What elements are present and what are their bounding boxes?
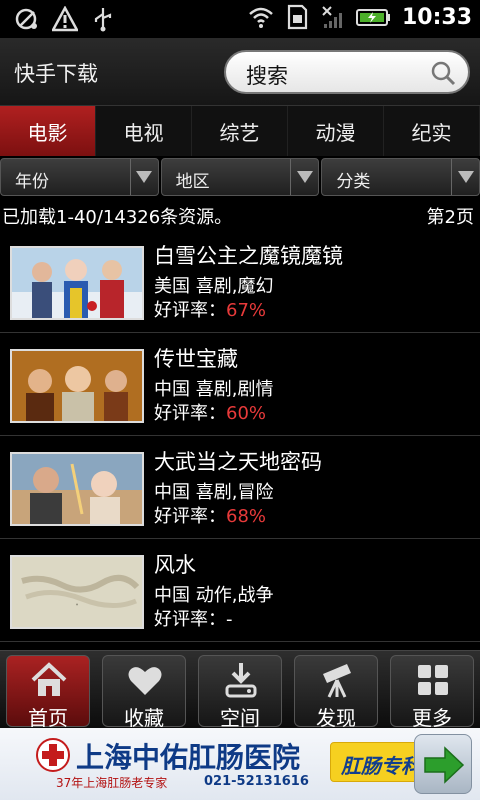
tab-tv[interactable]: 电视 — [96, 106, 192, 156]
chevron-down-icon[interactable] — [290, 159, 318, 195]
sim-card-icon — [287, 4, 308, 30]
item-rating: 好评率：60% — [154, 399, 266, 425]
ad-phone: 021-52131616 — [204, 774, 309, 789]
battery-icon — [355, 9, 390, 26]
tab-movie[interactable]: 电影 — [0, 106, 96, 156]
chevron-down-icon[interactable] — [129, 159, 158, 195]
search-label: 搜索 — [246, 64, 288, 88]
item-meta: 美国 喜剧,魔幻 — [154, 276, 274, 297]
grid-icon — [418, 665, 448, 695]
poster-thumbnail: • — [10, 555, 144, 629]
telescope-icon — [323, 664, 351, 698]
nav-home[interactable]: 首页 — [6, 655, 90, 730]
item-rating: 好评率：- — [154, 605, 233, 631]
tab-documentary[interactable]: 纪实 — [384, 106, 480, 156]
poster-thumbnail — [10, 452, 144, 526]
ad-banner[interactable]: 上海中佑肛肠医院 37年上海肛肠老专家 021-52131616 肛肠专科 — [0, 728, 480, 800]
filter-category-dropdown[interactable]: 分类 — [321, 158, 480, 196]
filter-region-label: 地区 — [175, 172, 210, 192]
usb-debug-icon — [15, 8, 37, 30]
category-tabs: 电影 电视 综艺 动漫 纪实 — [0, 106, 480, 156]
no-signal-icon — [322, 6, 342, 28]
ad-title: 上海中佑肛肠医院 — [76, 741, 301, 774]
rating-label: 好评率： — [154, 300, 226, 321]
poster-thumbnail — [10, 349, 144, 423]
list-item[interactable]: • 风水 中国 动作,战争 好评率：- — [0, 539, 480, 642]
rating-value: - — [226, 609, 233, 630]
status-left-icons — [14, 6, 116, 32]
item-rating: 好评率：67% — [154, 296, 266, 322]
rating-label: 好评率： — [154, 609, 226, 630]
tab-anime[interactable]: 动漫 — [288, 106, 384, 156]
filter-year-dropdown[interactable]: 年份 — [0, 158, 159, 196]
app-header: 快手下载 搜索 — [0, 38, 480, 106]
nav-space[interactable]: 空间 — [198, 655, 282, 730]
status-time: 10:33 — [401, 4, 472, 30]
nav-label: 首页 — [28, 706, 68, 730]
app-title: 快手下载 — [14, 62, 98, 86]
filter-bar: 年份 地区 分类 — [0, 158, 480, 196]
rating-value: 68% — [226, 506, 267, 527]
list-item[interactable]: 大武当之天地密码 中国 喜剧,冒险 好评率：68% — [0, 436, 480, 539]
rating-value: 67% — [226, 300, 267, 321]
list-item[interactable]: 传世宝藏 中国 喜剧,剧情 好评率：60% — [0, 333, 480, 436]
result-info: 已加载1-40/14326条资源。 第2页 — [0, 200, 480, 228]
filter-year-label: 年份 — [15, 172, 49, 192]
heart-icon — [128, 667, 162, 695]
warning-icon — [52, 6, 78, 32]
arrow-right-icon — [424, 746, 465, 784]
nav-label: 空间 — [220, 706, 260, 730]
search-icon[interactable] — [430, 60, 456, 86]
page-number: 第2页 — [426, 207, 474, 228]
item-title: 传世宝藏 — [154, 347, 238, 371]
item-meta: 中国 喜剧,剧情 — [154, 379, 274, 400]
item-meta: 中国 动作,战争 — [154, 585, 274, 606]
movie-list: 白雪公主之魔镜魔镜 美国 喜剧,魔幻 好评率：67% 传世宝藏 中国 喜剧,剧情… — [0, 230, 480, 642]
medical-cross-icon — [36, 738, 70, 772]
item-title: 风水 — [154, 553, 196, 577]
filter-category-label: 分类 — [336, 172, 371, 192]
tab-variety[interactable]: 综艺 — [192, 106, 288, 156]
rating-value: 60% — [226, 403, 267, 424]
home-icon — [31, 662, 67, 696]
nav-label: 发现 — [316, 706, 356, 730]
wifi-icon — [249, 7, 273, 28]
ad-tag-text: 肛肠专科 — [341, 754, 421, 778]
ad-arrow-button[interactable] — [414, 734, 472, 794]
search-box[interactable]: 搜索 — [224, 50, 470, 94]
usb-icon — [94, 8, 112, 32]
nav-discover[interactable]: 发现 — [294, 655, 378, 730]
chevron-down-icon[interactable] — [451, 159, 479, 195]
status-right-icons: 10:33 — [248, 4, 472, 30]
filter-region-dropdown[interactable]: 地区 — [160, 158, 320, 196]
poster-thumbnail — [10, 246, 144, 320]
item-title: 白雪公主之魔镜魔镜 — [154, 244, 343, 268]
item-title: 大武当之天地密码 — [154, 450, 322, 474]
item-meta: 中国 喜剧,冒险 — [154, 482, 274, 503]
list-item[interactable]: 白雪公主之魔镜魔镜 美国 喜剧,魔幻 好评率：67% — [0, 230, 480, 333]
status-bar: 10:33 — [0, 0, 480, 38]
rating-label: 好评率： — [154, 403, 226, 424]
rating-label: 好评率： — [154, 506, 226, 527]
bottom-navigation: 首页 收藏 空间 发现 更多 — [0, 650, 480, 730]
nav-label: 更多 — [412, 706, 452, 730]
loaded-count-text: 已加载1-40/14326条资源。 — [2, 207, 233, 228]
download-icon — [225, 663, 257, 698]
ad-subtitle: 37年上海肛肠老专家 — [56, 776, 168, 790]
item-rating: 好评率：68% — [154, 502, 266, 528]
svg-text:•: • — [75, 602, 79, 609]
nav-favorites[interactable]: 收藏 — [102, 655, 186, 730]
nav-more[interactable]: 更多 — [390, 655, 474, 730]
nav-label: 收藏 — [124, 706, 164, 730]
